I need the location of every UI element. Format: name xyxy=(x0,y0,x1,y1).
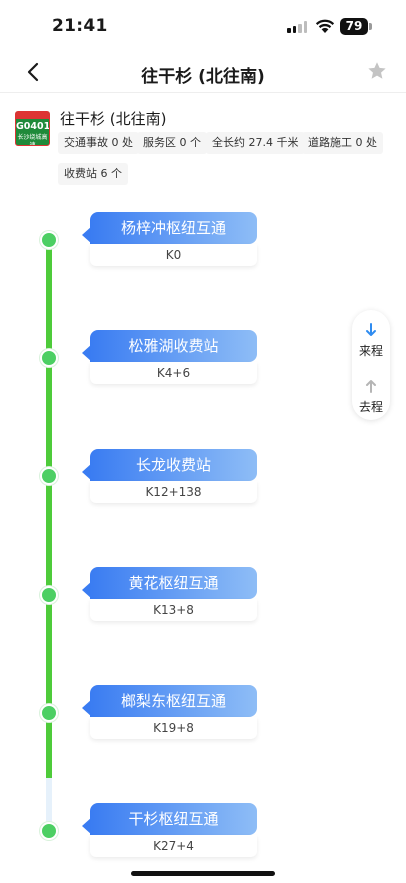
station-name: 黄花枢纽互通 xyxy=(90,567,257,599)
station-name: 杨梓冲枢纽互通 xyxy=(90,212,257,244)
station-card[interactable]: 长龙收费站 K12+138 xyxy=(82,449,258,505)
page-title: 往干杉 (北往南) xyxy=(141,67,265,87)
tag-toll-stations: 收费站 6 个 xyxy=(58,163,128,185)
station-km: K4+6 xyxy=(90,362,257,384)
cellular-signal-icon xyxy=(287,21,309,33)
station-name: 松雅湖收费站 xyxy=(90,330,257,362)
status-bar: 21:41 79 xyxy=(0,0,406,56)
station-card[interactable]: 榔梨东枢纽互通 K19+8 xyxy=(82,685,258,741)
outgoing-direction-button[interactable]: 去程 xyxy=(352,370,390,420)
station-dot xyxy=(40,467,58,485)
station-name: 干杉枢纽互通 xyxy=(90,803,257,835)
badge-code: G0401 xyxy=(16,121,50,132)
tag-accidents: 交通事故 0 处 xyxy=(58,132,139,154)
tag-construction: 道路施工 0 处 xyxy=(302,132,383,154)
station-km: K0 xyxy=(90,244,257,266)
home-indicator xyxy=(131,871,275,876)
arrow-up-icon xyxy=(366,380,376,393)
station-card[interactable]: 干杉枢纽互通 K27+4 xyxy=(82,803,258,859)
badge-name: 长沙绕城高速 xyxy=(17,134,48,146)
station-dot xyxy=(40,704,58,722)
battery-level: 79 xyxy=(340,18,368,35)
station-name: 长龙收费站 xyxy=(90,449,257,481)
status-time: 21:41 xyxy=(52,16,108,36)
station-km: K27+4 xyxy=(90,835,257,857)
station-km: K19+8 xyxy=(90,717,257,739)
station-dot xyxy=(40,349,58,367)
highway-badge-icon: G0401 长沙绕城高速 xyxy=(15,111,50,146)
tag-service-areas: 服务区 0 个 xyxy=(137,132,207,154)
incoming-label: 来程 xyxy=(358,344,383,358)
direction-switch: 来程 去程 xyxy=(352,310,390,420)
favorite-star-icon[interactable] xyxy=(366,60,388,82)
station-dot xyxy=(40,822,58,840)
nav-divider xyxy=(0,92,406,93)
station-card[interactable]: 松雅湖收费站 K4+6 xyxy=(82,330,258,386)
station-dot xyxy=(40,231,58,249)
incoming-direction-button[interactable]: 来程 xyxy=(352,314,390,364)
arrow-down-icon xyxy=(366,323,376,336)
station-dot xyxy=(40,586,58,604)
road-track-congestion xyxy=(46,240,52,778)
station-card[interactable]: 黄花枢纽互通 K13+8 xyxy=(82,567,258,623)
battery-icon: 79 xyxy=(340,18,372,35)
road-name: 往干杉 (北往南) xyxy=(60,110,167,128)
navigation-bar: 往干杉 (北往南) xyxy=(0,56,406,92)
station-name: 榔梨东枢纽互通 xyxy=(90,685,257,717)
station-km: K13+8 xyxy=(90,599,257,621)
wifi-icon xyxy=(315,19,335,33)
station-km: K12+138 xyxy=(90,481,257,503)
outgoing-label: 去程 xyxy=(358,400,383,414)
tag-total-length: 全长约 27.4 千米 xyxy=(206,132,305,154)
station-card[interactable]: 杨梓冲枢纽互通 K0 xyxy=(82,212,258,268)
